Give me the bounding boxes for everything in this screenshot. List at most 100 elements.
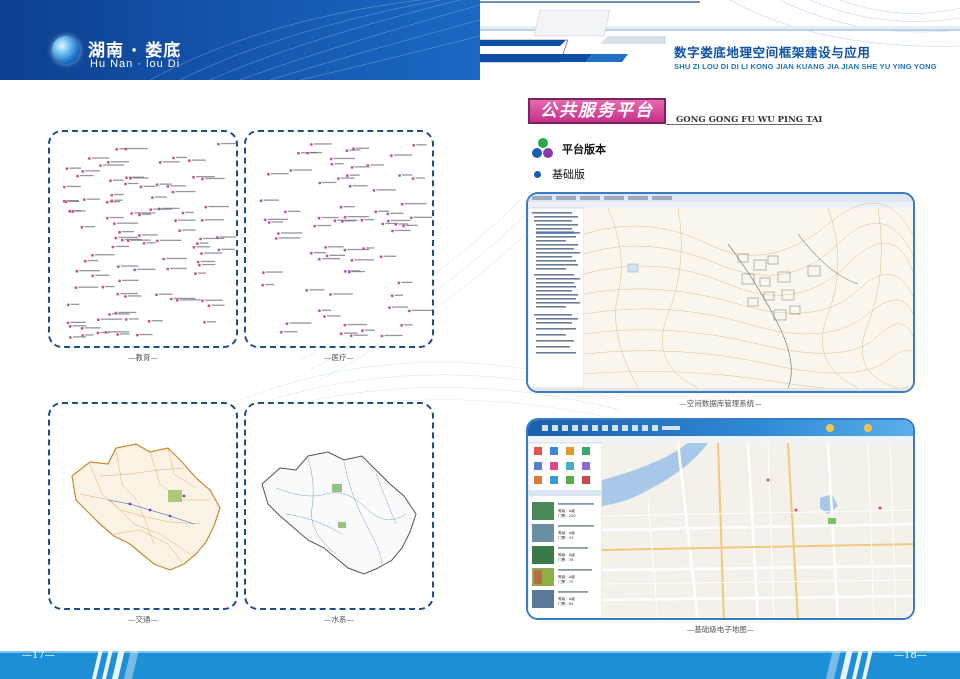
poi-marker xyxy=(82,198,86,202)
poi-marker xyxy=(263,218,267,222)
poi-marker xyxy=(408,309,411,313)
db-system-screenshot xyxy=(526,192,915,393)
poi-label-mark xyxy=(116,222,139,224)
poi-label-mark xyxy=(137,268,156,270)
poi-marker xyxy=(149,208,153,212)
poi-marker xyxy=(68,336,72,339)
poi-label-mark xyxy=(313,143,332,145)
poi-label-mark xyxy=(100,318,123,320)
poi-marker xyxy=(276,232,280,235)
poi-label-mark xyxy=(84,226,96,228)
poi-label-mark xyxy=(108,331,130,333)
poi-label-mark xyxy=(201,263,216,266)
scenic-spot-item[interactable]: 等级：A级 门票：78 xyxy=(558,553,602,563)
poi-label-mark xyxy=(204,252,223,254)
poi-label-mark xyxy=(265,271,283,273)
poi-marker xyxy=(201,299,204,303)
poi-label-mark xyxy=(204,177,225,180)
poi-marker xyxy=(203,320,206,324)
poi-marker xyxy=(124,318,128,321)
poi-marker xyxy=(106,160,110,164)
scenic-spot-field-label: 等级： xyxy=(558,553,569,557)
scenic-spot-field: 门票：53 xyxy=(558,536,602,541)
poi-marker xyxy=(411,177,415,180)
poi-marker xyxy=(318,181,322,185)
poi-label-mark xyxy=(103,164,125,166)
poi-marker xyxy=(362,247,365,250)
medical-caption: —医疗— xyxy=(324,353,354,362)
poi-label-mark xyxy=(280,232,303,234)
poi-label-mark xyxy=(141,234,158,236)
poi-marker xyxy=(397,281,401,285)
water-caption: —水系— xyxy=(324,615,354,624)
poi-marker xyxy=(142,242,146,245)
poi-marker xyxy=(110,193,114,197)
poi-label-mark xyxy=(75,210,86,212)
poi-label-mark xyxy=(321,258,341,260)
poi-label-mark xyxy=(205,299,223,301)
poi-label-mark xyxy=(337,219,358,221)
poi-label-mark xyxy=(390,219,411,222)
traffic-map xyxy=(71,443,221,571)
poi-marker xyxy=(80,327,84,330)
poi-label-mark xyxy=(278,237,301,239)
poi-marker xyxy=(317,216,321,220)
education-map xyxy=(62,142,236,339)
poi-marker xyxy=(75,269,79,273)
section-tag-en: GONG GONG FU WU PING TAI xyxy=(676,115,823,125)
medical-map-panel xyxy=(244,130,434,348)
scenic-spot-field-label: 门票： xyxy=(558,558,569,562)
poi-marker xyxy=(99,164,102,167)
poi-label-mark xyxy=(267,218,289,220)
poi-label-mark xyxy=(364,329,375,331)
poi-label-mark xyxy=(118,311,137,314)
poi-label-mark xyxy=(159,239,182,241)
poi-label-mark xyxy=(349,149,361,151)
poi-marker xyxy=(297,151,300,155)
poi-label-mark xyxy=(128,147,148,150)
poi-label-mark xyxy=(109,201,120,203)
poi-marker xyxy=(343,215,347,219)
poi-label-mark xyxy=(151,320,163,322)
poi-label-mark xyxy=(69,167,81,169)
poi-label-mark xyxy=(321,309,332,311)
poi-label-mark xyxy=(411,309,432,311)
poi-marker xyxy=(115,147,119,151)
poi-label-mark xyxy=(70,303,80,305)
poi-marker xyxy=(105,200,109,204)
scenic-spot-item[interactable]: 等级：A级 门票：64 xyxy=(558,597,602,607)
poi-label-mark xyxy=(113,179,124,181)
poi-label-mark xyxy=(142,213,151,215)
scenic-spot-field-label: 门票： xyxy=(558,580,569,584)
poi-marker xyxy=(412,144,416,147)
poi-label-mark xyxy=(349,174,360,176)
poi-label-mark xyxy=(333,293,353,295)
poi-label-mark xyxy=(378,210,390,212)
poi-marker xyxy=(333,219,337,223)
poi-marker xyxy=(305,289,309,292)
scenic-spot-item[interactable]: 等级：A级 门票：72 xyxy=(558,575,602,585)
poi-marker xyxy=(207,304,211,308)
poi-marker xyxy=(83,259,87,263)
poi-marker xyxy=(199,237,203,241)
poi-marker xyxy=(106,216,109,220)
poi-label-mark xyxy=(114,199,123,201)
poi-marker xyxy=(345,174,349,178)
scenic-spot-field-value: A级 xyxy=(568,597,575,601)
poi-marker xyxy=(81,334,85,337)
poi-label-mark xyxy=(80,174,94,177)
poi-label-mark xyxy=(383,255,397,257)
scenic-spot-item[interactable]: 等级：A级 门票：200 xyxy=(558,509,602,519)
poi-marker xyxy=(124,295,127,298)
poi-marker xyxy=(261,283,265,287)
poi-marker xyxy=(65,167,69,171)
poi-label-mark xyxy=(91,157,110,159)
poi-label-mark xyxy=(70,321,86,323)
scenic-spot-field: 门票：72 xyxy=(558,580,602,585)
poi-label-mark xyxy=(199,242,209,244)
poi-marker xyxy=(109,179,112,183)
poi-marker xyxy=(125,176,128,180)
poi-label-mark xyxy=(265,283,275,286)
scenic-spot-item[interactable]: 等级：A级 门票：53 xyxy=(558,531,602,541)
poi-label-mark xyxy=(170,185,186,187)
